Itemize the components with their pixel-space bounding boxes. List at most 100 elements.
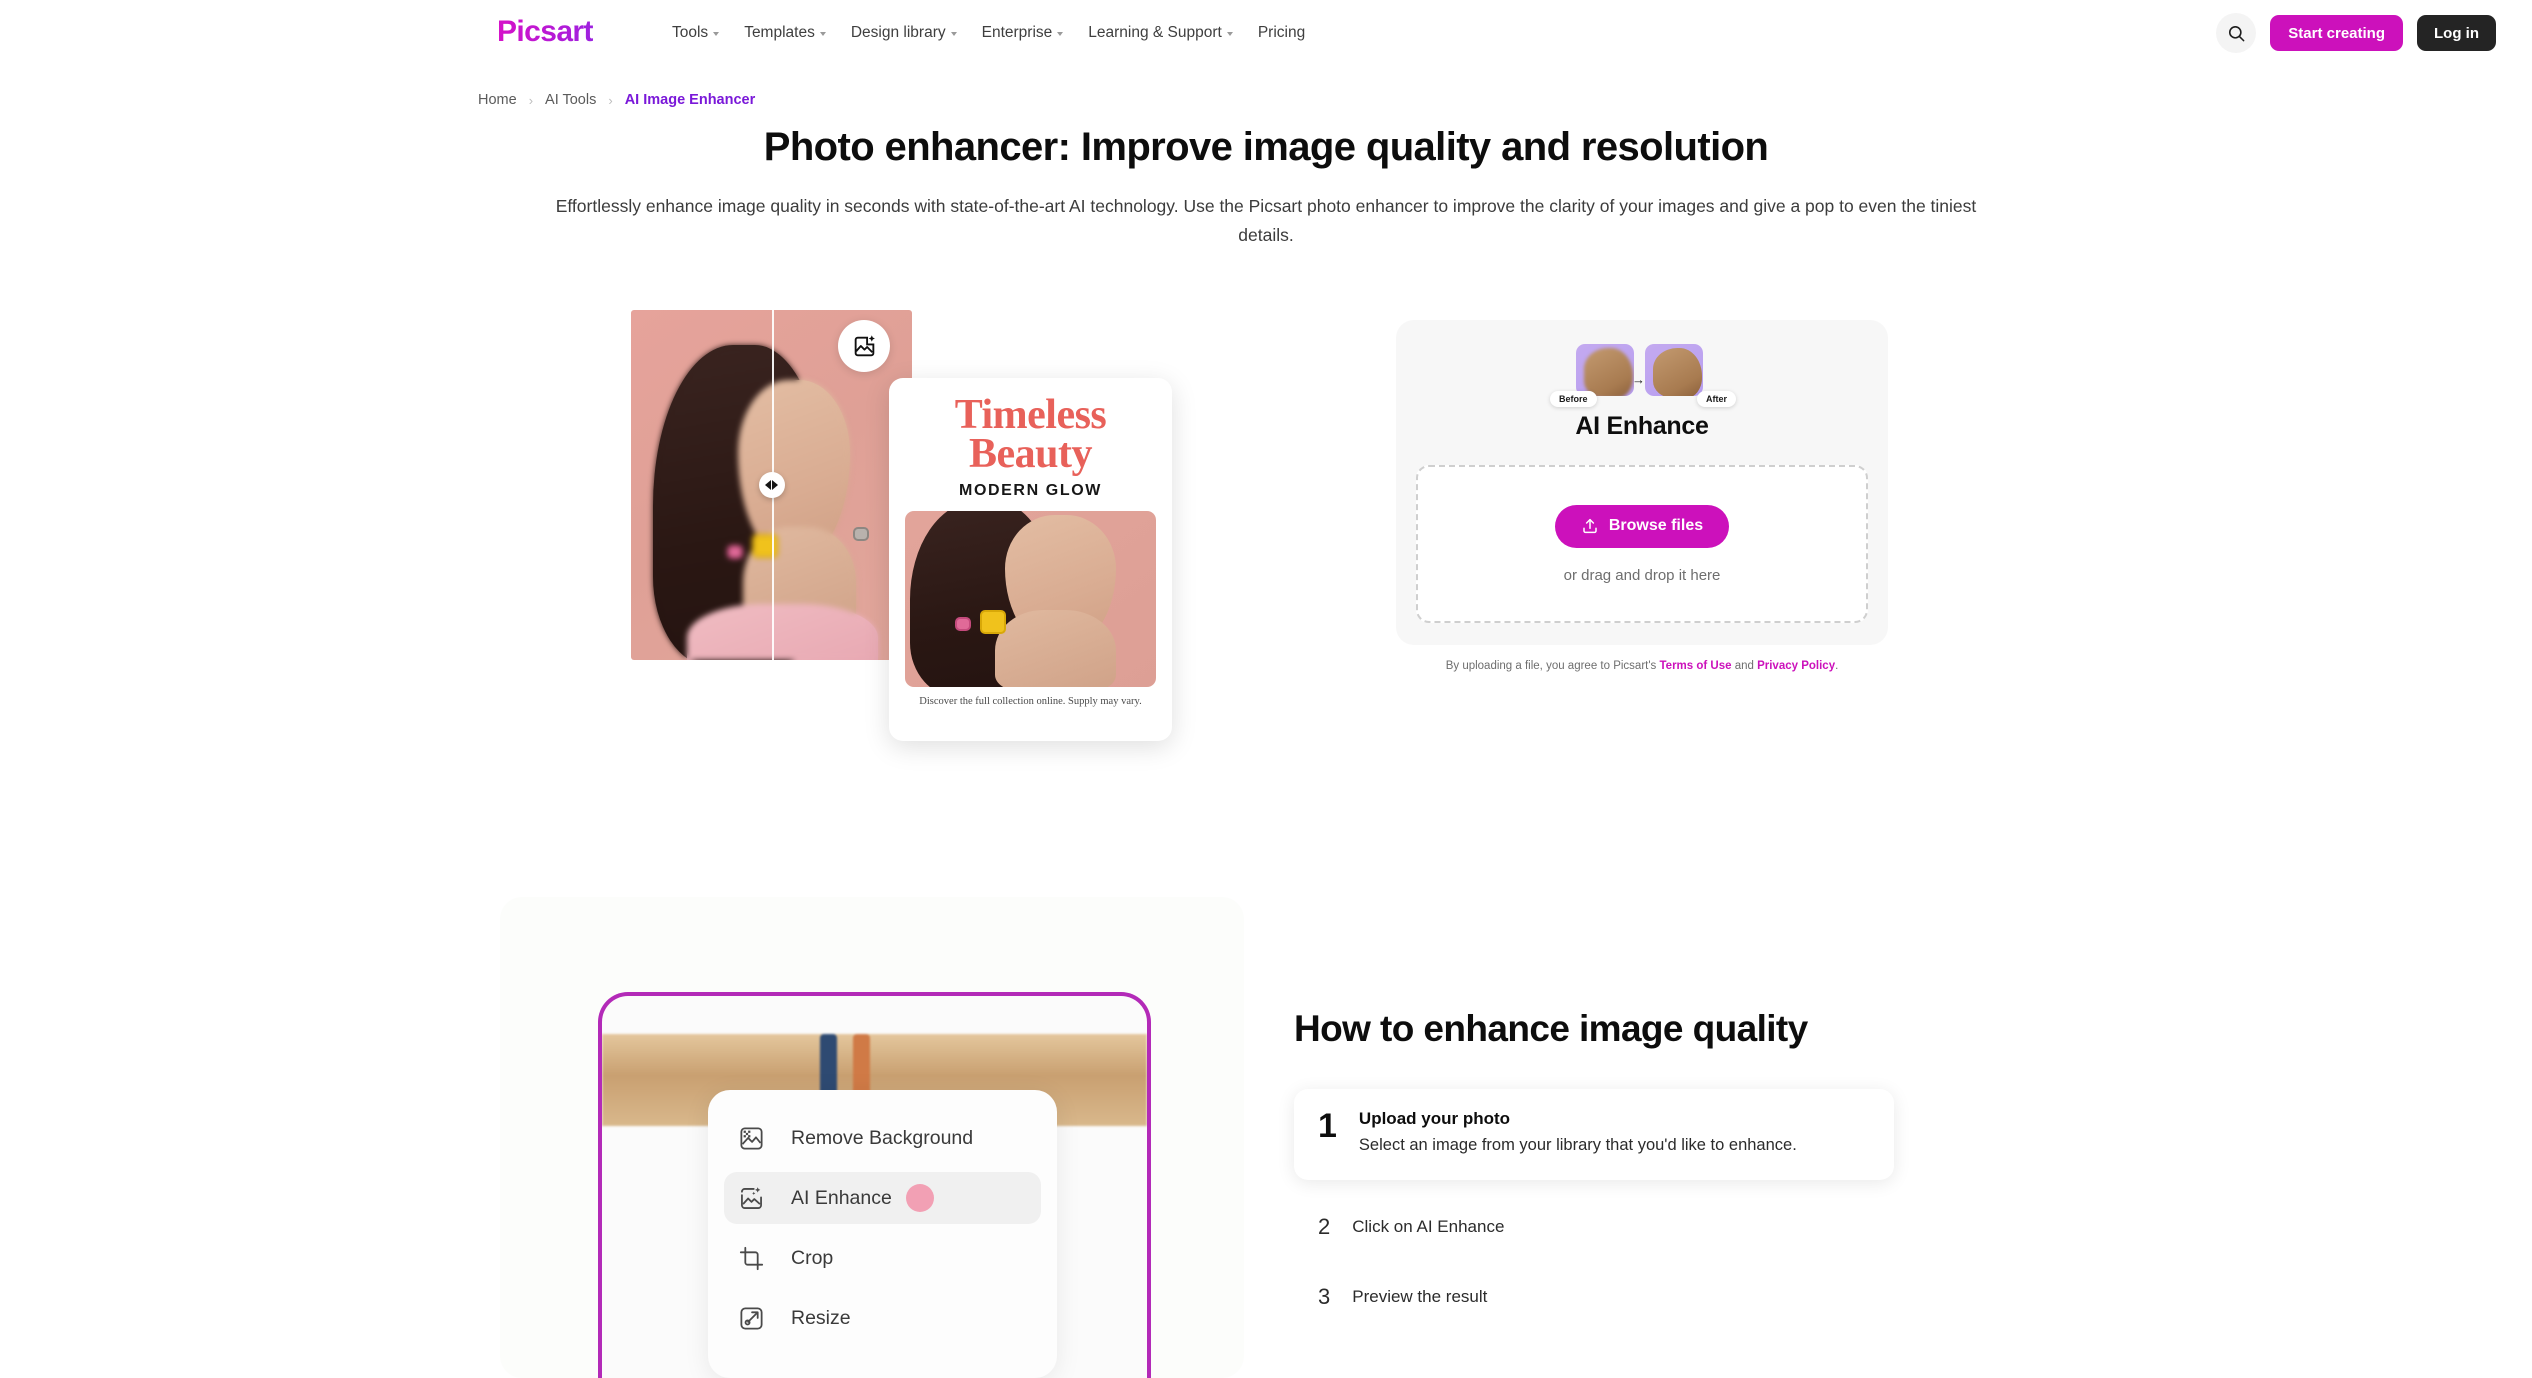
- after-label: After: [1696, 391, 1736, 407]
- photo-ring-pink-blurred: [726, 544, 743, 559]
- original-photo-layer: [631, 310, 879, 660]
- cursor-indicator: [906, 1184, 934, 1212]
- picsart-logo[interactable]: Picsart: [497, 15, 593, 49]
- upload-icon: [1583, 518, 1597, 534]
- nav-item-pricing[interactable]: Pricing: [1258, 24, 1305, 42]
- nav-item-enterprise[interactable]: Enterprise: [982, 24, 1064, 42]
- poster-preview-card: Timeless Beauty MODERN GLOW Discover the…: [889, 378, 1172, 741]
- search-button[interactable]: [2216, 13, 2257, 53]
- menu-item-label: Remove Background: [791, 1126, 974, 1149]
- nav-label: Templates: [744, 24, 815, 41]
- nav-label: Tools: [672, 24, 709, 41]
- chevron-down-icon: [950, 32, 957, 36]
- upload-legal-text: By uploading a file, you agree to Picsar…: [1396, 660, 1888, 672]
- menu-item-resize[interactable]: Resize: [724, 1292, 1041, 1344]
- nav-label: Pricing: [1257, 24, 1306, 41]
- how-to-step-3[interactable]: 3 Preview the result: [1294, 1272, 1894, 1322]
- ai-enhance-badge-button[interactable]: [838, 320, 890, 372]
- before-after-preview: → Before After: [1550, 344, 1736, 407]
- how-to-step-1[interactable]: 1 Upload your photo Select an image from…: [1294, 1089, 1894, 1180]
- menu-item-ai-enhance[interactable]: AI Enhance: [724, 1172, 1041, 1224]
- browse-files-button[interactable]: Browse files: [1554, 504, 1730, 548]
- drag-drop-hint: or drag and drop it here: [1563, 566, 1721, 584]
- poster-ring-yellow: [980, 609, 1007, 634]
- terms-of-use-link[interactable]: Terms of Use: [1660, 660, 1732, 672]
- resize-icon: [740, 1306, 763, 1330]
- privacy-policy-link[interactable]: Privacy Policy: [1757, 660, 1835, 672]
- step-body: Upload your photo Select an image from y…: [1359, 1109, 1797, 1158]
- tool-menu-card: Remove Background AI Enhance Crop Resize: [708, 1090, 1057, 1378]
- step-heading: Click on AI Enhance: [1352, 1217, 1505, 1236]
- page-root: Picsart Tools Templates Design library E…: [0, 0, 2532, 1378]
- arrow-right-icon: →: [1632, 372, 1645, 387]
- poster-subtitle: MODERN GLOW: [959, 482, 1102, 500]
- nav-item-templates[interactable]: Templates: [744, 24, 826, 42]
- browse-files-label: Browse files: [1608, 517, 1704, 534]
- start-creating-button[interactable]: Start creating: [2270, 15, 2403, 51]
- after-thumbnail: [1645, 344, 1703, 396]
- breadcrumb-separator-icon: ›: [528, 92, 534, 108]
- breadcrumb: Home › AI Tools › AI Image Enhancer: [478, 92, 755, 108]
- photo-ring-yellow-blurred: [751, 534, 778, 558]
- step-heading: Upload your photo: [1358, 1109, 1511, 1128]
- how-to-steps: 1 Upload your photo Select an image from…: [1294, 1089, 1894, 1322]
- nav-label: Enterprise: [981, 24, 1053, 41]
- poster-photo: [905, 511, 1156, 688]
- main-nav-links: Tools Templates Design library Enterpris…: [672, 0, 1305, 66]
- chevron-down-icon: [1226, 32, 1233, 36]
- step-description: Select an image from your library that y…: [1358, 1136, 1797, 1154]
- ai-image-enhance-icon: [854, 334, 875, 356]
- menu-item-label: Crop: [791, 1246, 834, 1269]
- ai-enhance-icon: [741, 1186, 762, 1209]
- breadcrumb-item-ai-tools[interactable]: AI Tools: [545, 92, 596, 108]
- chevron-right-icon: [772, 480, 778, 490]
- page-subtitle: Effortlessly enhance image quality in se…: [555, 196, 1977, 245]
- chevron-down-icon: [819, 32, 826, 36]
- nav-actions: Start creating Log in: [2216, 0, 2496, 66]
- top-navigation-bar: Picsart Tools Templates Design library E…: [0, 0, 2532, 66]
- nav-item-design-library[interactable]: Design library: [851, 24, 957, 42]
- poster-hand: [995, 609, 1116, 688]
- step-number: 1: [1318, 1107, 1337, 1145]
- before-thumbnail: [1576, 344, 1634, 396]
- menu-item-remove-background[interactable]: Remove Background: [724, 1112, 1041, 1164]
- poster-caption: Discover the full collection online. Sup…: [919, 696, 1142, 708]
- poster-title-line1: Timeless: [954, 392, 1107, 438]
- menu-item-label: AI Enhance: [791, 1186, 892, 1209]
- file-dropzone[interactable]: Browse files or drag and drop it here: [1416, 465, 1868, 623]
- upload-card-title: AI Enhance: [1575, 412, 1709, 440]
- dog-photo-sharp: [1653, 348, 1702, 396]
- legal-suffix: .: [1835, 660, 1839, 672]
- chevron-down-icon: [1057, 32, 1064, 36]
- chevron-down-icon: [713, 32, 720, 36]
- breadcrumb-separator-icon: ›: [608, 92, 613, 108]
- legal-prefix: By uploading a file, you agree to Picsar…: [1445, 660, 1660, 672]
- how-to-section-title: How to enhance image quality: [1294, 1008, 1808, 1049]
- legal-middle: and: [1731, 660, 1758, 672]
- menu-item-label: Resize: [791, 1306, 851, 1329]
- nav-label: Learning & Support: [1088, 24, 1222, 41]
- breadcrumb-item-home[interactable]: Home: [478, 92, 517, 108]
- photo-sweater-blurred: [687, 604, 879, 660]
- upload-card: → Before After AI Enhance Browse files o…: [1396, 320, 1888, 645]
- step-number: 3: [1318, 1284, 1331, 1309]
- remove-background-icon: [740, 1126, 763, 1150]
- poster-ring-pink: [955, 616, 972, 631]
- hero-visual: Timeless Beauty MODERN GLOW Discover the…: [631, 310, 1231, 741]
- login-button[interactable]: Log in: [2417, 15, 2496, 51]
- breadcrumb-item-current: AI Image Enhancer: [624, 92, 756, 108]
- crop-icon: [739, 1246, 764, 1270]
- poster-title-line2: Beauty: [969, 430, 1093, 477]
- how-to-step-2[interactable]: 2 Click on AI Enhance: [1294, 1202, 1894, 1252]
- step-number: 2: [1318, 1214, 1331, 1239]
- nav-item-learning-support[interactable]: Learning & Support: [1088, 24, 1233, 42]
- menu-item-crop[interactable]: Crop: [724, 1232, 1041, 1284]
- nav-label: Design library: [850, 24, 946, 41]
- chevron-left-icon: [765, 480, 771, 490]
- nav-item-tools[interactable]: Tools: [672, 24, 720, 42]
- search-icon: [2228, 25, 2245, 41]
- compare-slider-handle[interactable]: [758, 472, 785, 498]
- dog-photo-blurred: [1584, 348, 1633, 396]
- page-title: Photo enhancer: Improve image quality an…: [763, 125, 1769, 169]
- before-label: Before: [1550, 391, 1597, 407]
